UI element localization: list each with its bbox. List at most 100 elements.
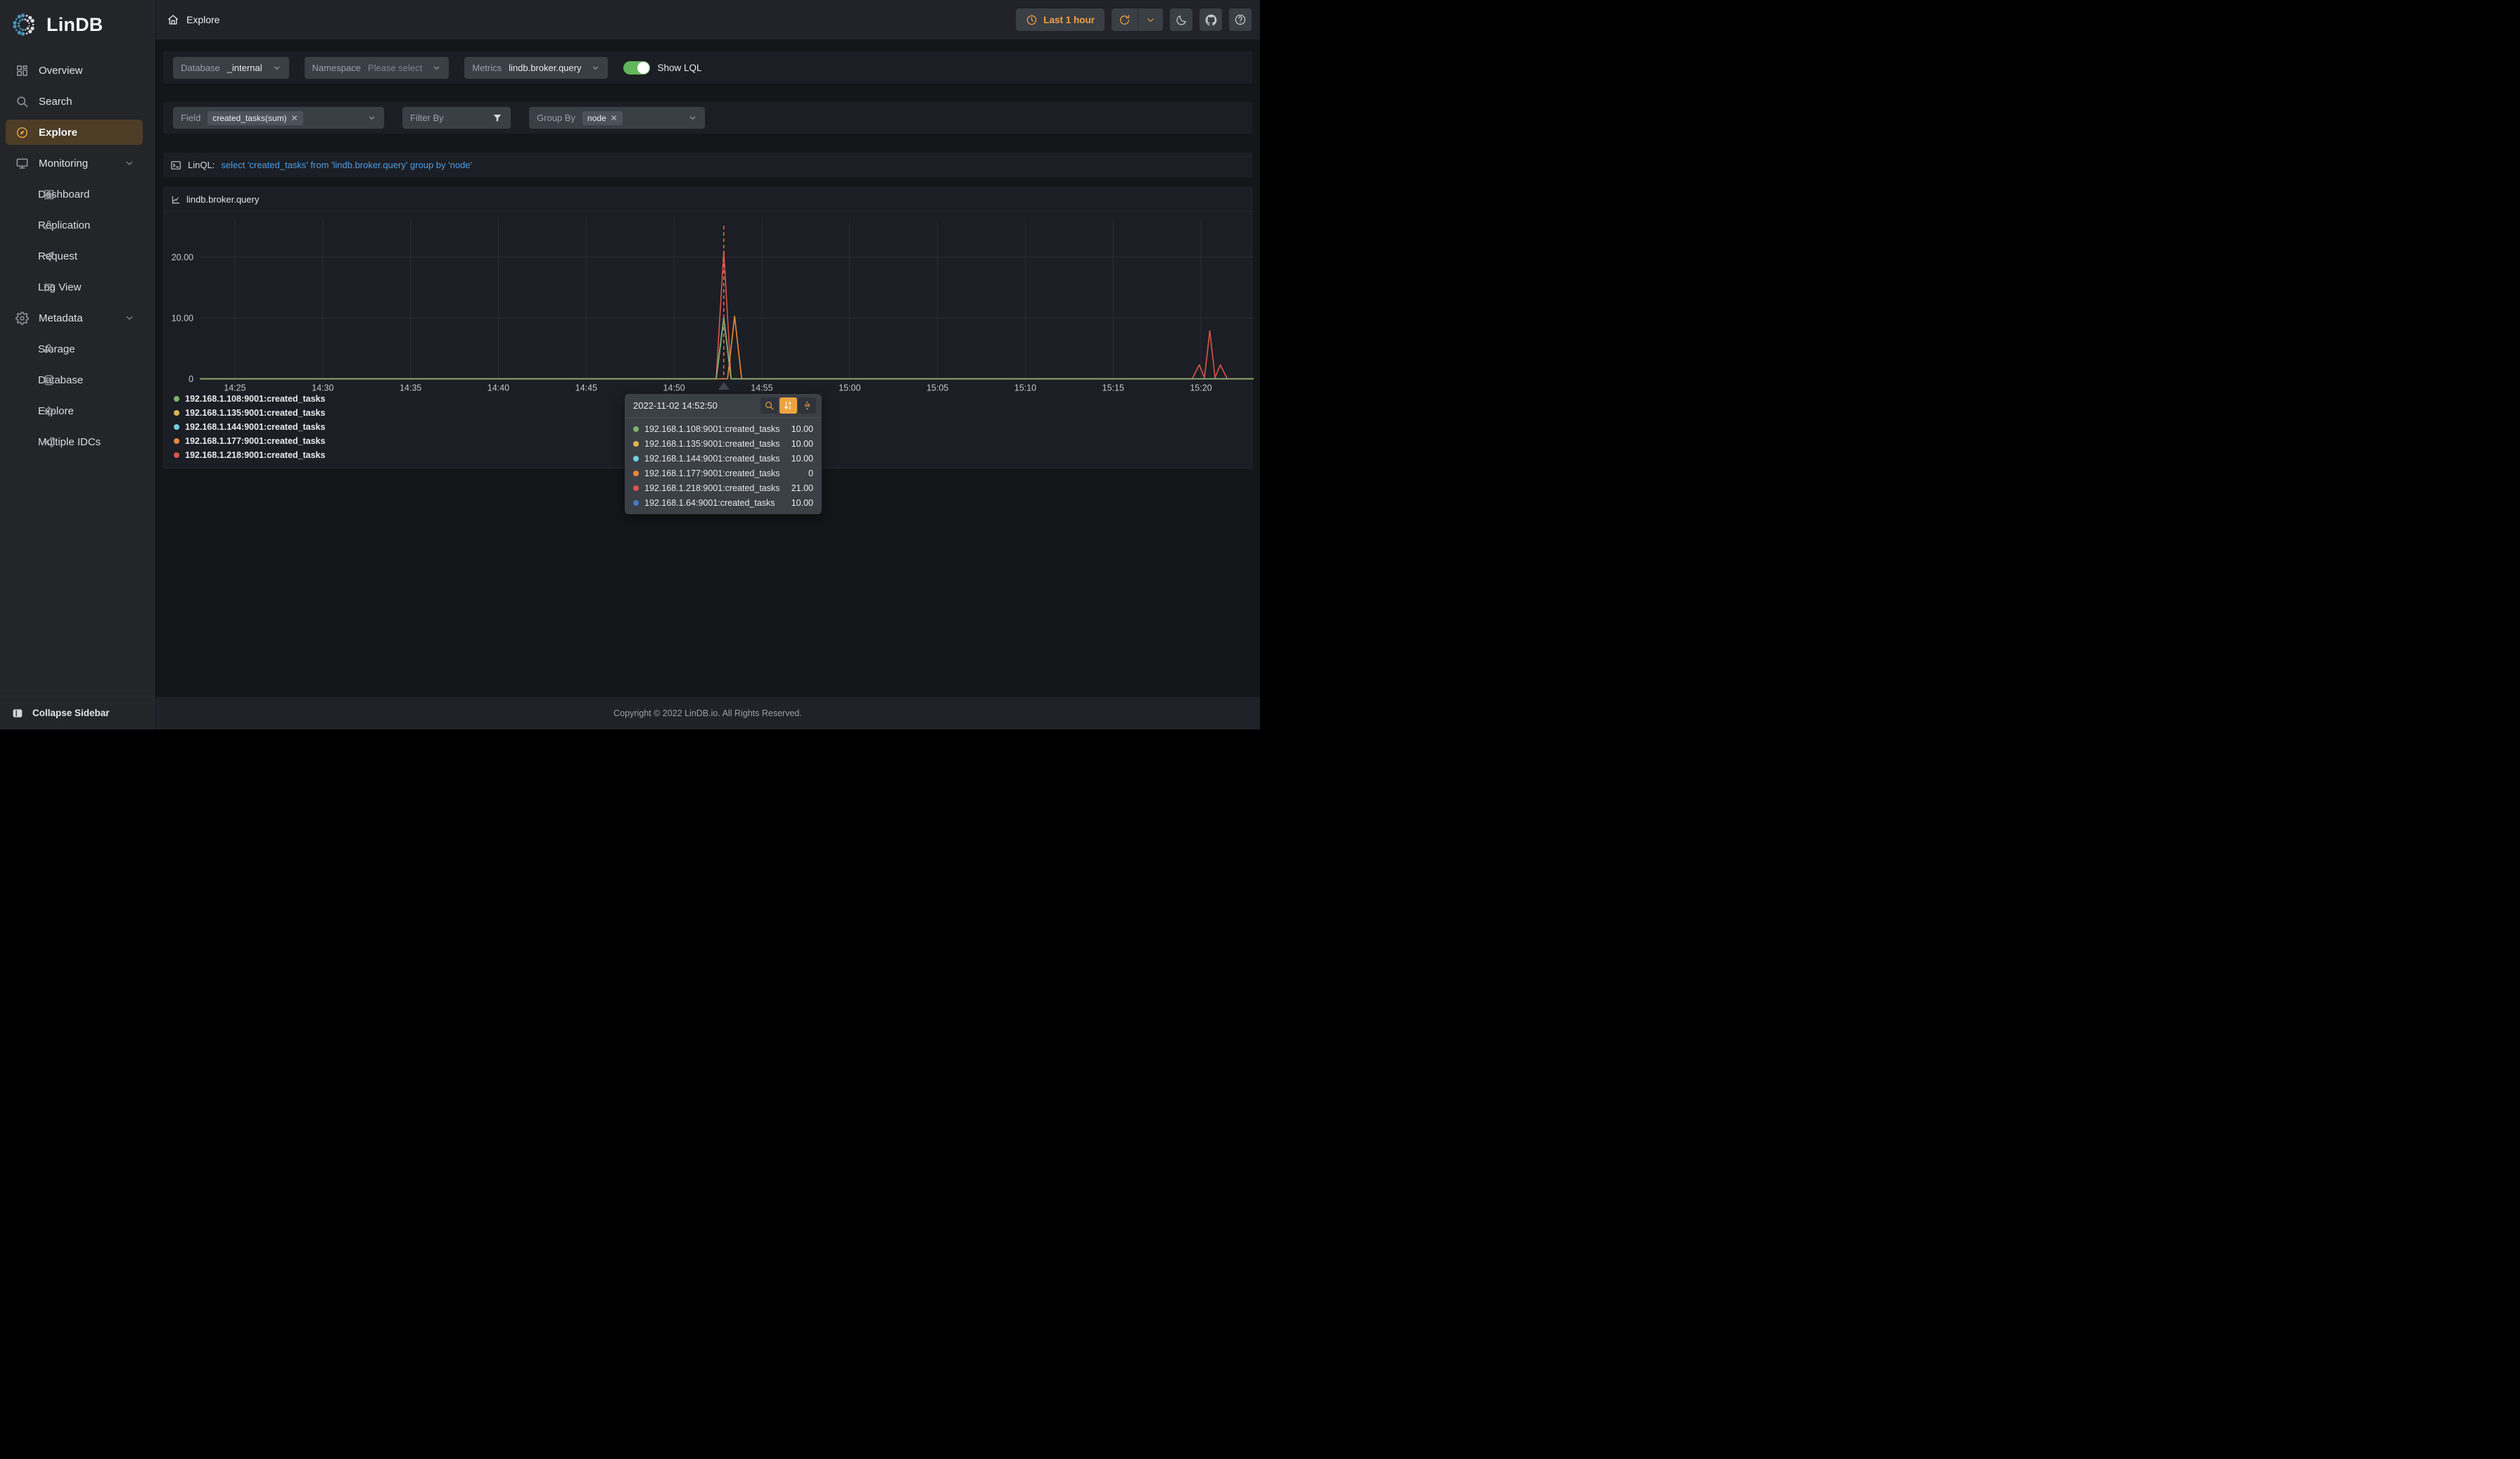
sidebar-item-dashboard[interactable]: Dashboard (6, 181, 143, 207)
metrics-value: lindb.broker.query (509, 62, 582, 73)
collapse-sidebar-icon (13, 708, 23, 718)
refresh-options-button[interactable] (1138, 8, 1163, 31)
legend-item[interactable]: 192.168.1.144:9001:created_tasks (174, 420, 325, 434)
sort-alpha-button[interactable]: AZ (779, 397, 797, 414)
close-icon[interactable]: ✕ (611, 113, 618, 123)
tooltip-series-value: 21.00 (791, 483, 813, 493)
clock-icon (1027, 15, 1037, 25)
github-icon (1205, 14, 1216, 25)
header-actions: Last 1 hour (1016, 8, 1252, 31)
line-chart-icon (172, 196, 180, 203)
svg-text:15:05: 15:05 (927, 383, 948, 393)
chart-legend: 192.168.1.108:9001:created_tasks 192.168… (174, 392, 325, 462)
field-label: Field (181, 113, 201, 123)
sort-value-button[interactable]: 09 (798, 397, 816, 414)
series-color-dot (174, 410, 179, 416)
sidebar-item-monitoring[interactable]: Monitoring (6, 151, 143, 176)
sidebar: LinDB Overview Search Explore Monitoring… (0, 0, 155, 729)
lindb-logo-icon (13, 13, 34, 36)
tooltip-timestamp: 2022-11-02 14:52:50 (633, 400, 718, 411)
close-icon[interactable]: ✕ (291, 113, 298, 123)
content: Database _internal Namespace Please sele… (155, 39, 1260, 697)
sidebar-item-database[interactable]: Database (6, 367, 143, 393)
search-series-button[interactable] (761, 397, 778, 414)
tooltip-series-name: 192.168.1.64:9001:created_tasks (644, 497, 775, 508)
tooltip-series-name: 192.168.1.144:9001:created_tasks (644, 453, 780, 464)
namespace-label: Namespace (312, 62, 361, 73)
line-chart-icon (171, 195, 181, 205)
svg-text:14:35: 14:35 (400, 383, 421, 393)
sidebar-item-overview[interactable]: Overview (6, 58, 143, 83)
chevron-down-icon (274, 65, 279, 70)
sidebar-item-metadata[interactable]: Metadata (6, 305, 143, 331)
chart-title-bar: lindb.broker.query (164, 188, 1252, 212)
refresh-split-button (1112, 8, 1163, 31)
group-by-select[interactable]: Group By node ✕ (529, 107, 705, 129)
series-color-dot (633, 440, 639, 447)
show-lql-toggle[interactable] (623, 60, 651, 75)
overview-icon (17, 65, 27, 76)
field-select[interactable]: Field created_tasks(sum) ✕ (173, 107, 384, 129)
home-icon (167, 13, 179, 26)
series-192.168.1.108:9001:created_tasks (200, 317, 1254, 380)
show-lql-label: Show LQL (657, 62, 702, 73)
footer: Copyright © 2022 LinDB.io. All Rights Re… (155, 697, 1260, 729)
svg-text:15:20: 15:20 (1190, 383, 1211, 393)
copyright-text: Copyright © 2022 LinDB.io. All Rights Re… (613, 708, 802, 718)
sidebar-item-multiple-idcs[interactable]: Multiple IDCs (6, 429, 143, 454)
collapse-sidebar-button[interactable]: Collapse Sidebar (0, 696, 154, 729)
namespace-select[interactable]: Namespace Please select (304, 56, 450, 79)
sidebar-item-explore[interactable]: Explore (6, 120, 143, 145)
metrics-select[interactable]: Metrics lindb.broker.query (464, 56, 609, 79)
series-192.168.1.218:9001:created_tasks (200, 250, 1254, 380)
tooltip-row: 192.168.1.135:9001:created_tasks 10.00 (625, 436, 822, 451)
legend-item[interactable]: 192.168.1.135:9001:created_tasks (174, 406, 325, 420)
field-tag[interactable]: created_tasks(sum) ✕ (208, 110, 303, 125)
sidebar-item-replication[interactable]: Replication (6, 212, 143, 238)
series-color-dot (174, 438, 179, 444)
help-button[interactable] (1229, 8, 1252, 31)
tooltip-row: 192.168.1.64:9001:created_tasks 10.00 (625, 495, 822, 510)
tooltip-series-value: 10.00 (791, 453, 813, 464)
svg-text:14:45: 14:45 (575, 383, 597, 393)
chevron-down-icon (126, 316, 133, 320)
theme-toggle-button[interactable] (1170, 8, 1192, 31)
sidebar-item-storage[interactable]: Storage (6, 336, 143, 362)
linql-query-link[interactable]: select 'created_tasks' from 'lindb.broke… (221, 160, 472, 170)
chevron-down-icon (126, 161, 133, 165)
target-icon (44, 405, 54, 416)
breadcrumb[interactable]: Explore (167, 13, 219, 26)
sidebar-item-explore[interactable]: Explore (6, 398, 143, 423)
time-range-button[interactable]: Last 1 hour (1016, 8, 1105, 31)
sidebar-item-request[interactable]: Request (6, 243, 143, 269)
legend-item[interactable]: 192.168.1.218:9001:created_tasks (174, 448, 325, 462)
request-icon (44, 250, 54, 262)
database-select[interactable]: Database _internal (173, 56, 289, 79)
sidebar-item-search[interactable]: Search (6, 89, 143, 114)
logo[interactable]: LinDB (0, 0, 154, 49)
search-icon (17, 96, 28, 107)
series-192.168.1.144:9001:created_tasks (200, 317, 1254, 380)
series-color-dot (633, 499, 639, 506)
funnel-icon (493, 114, 502, 122)
github-button[interactable] (1199, 8, 1222, 31)
svg-text:14:55: 14:55 (751, 383, 772, 393)
legend-item[interactable]: 192.168.1.177:9001:created_tasks (174, 434, 325, 448)
svg-text:14:25: 14:25 (224, 383, 246, 393)
sidebar-item-log-view[interactable]: Log View (6, 274, 143, 300)
chevron-down-icon (433, 65, 440, 70)
group-by-tag[interactable]: node ✕ (582, 110, 623, 125)
sidebar-item-label: Overview (39, 64, 83, 77)
linql-panel: LinQL: select 'created_tasks' from 'lind… (163, 153, 1252, 177)
legend-item[interactable]: 192.168.1.108:9001:created_tasks (174, 392, 325, 406)
refresh-button[interactable] (1112, 8, 1138, 31)
filter-by-select[interactable]: Filter By (402, 107, 511, 129)
series-192.168.1.135:9001:created_tasks (200, 317, 1254, 380)
dashboard-icon (44, 189, 54, 199)
series-color-dot (633, 470, 639, 476)
metric-chart[interactable]: 0 10.00 20.00 14:25 14:30 14:35 14:40 14:45 14:5… (164, 212, 1254, 392)
sidebar-item-label: Monitoring (39, 157, 89, 170)
legend-label: 192.168.1.108:9001:created_tasks (185, 394, 326, 404)
tooltip-row: 192.168.1.177:9001:created_tasks 0 (625, 466, 822, 480)
main-area: Explore Last 1 hour Database _internal N… (155, 0, 1260, 729)
